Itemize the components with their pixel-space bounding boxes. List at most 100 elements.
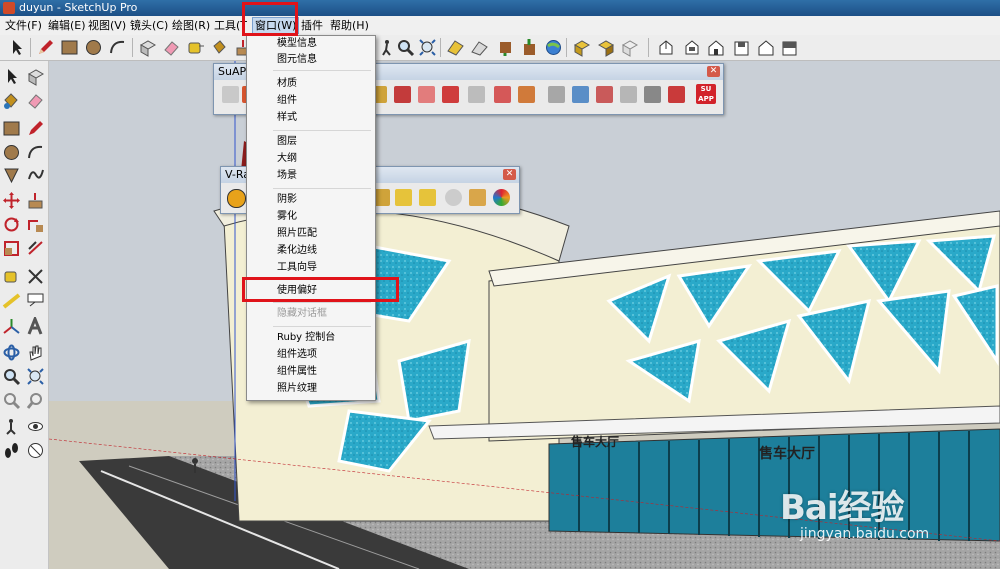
position-camera-icon[interactable]: [2, 417, 21, 436]
left-view-icon[interactable]: [780, 38, 799, 57]
scale-icon[interactable]: [2, 239, 21, 258]
menu-file[interactable]: 文件(F): [3, 18, 44, 33]
arc-icon[interactable]: [108, 38, 127, 57]
follow-me-icon[interactable]: [26, 215, 45, 234]
3d-text-icon[interactable]: [26, 314, 45, 336]
pencil-icon[interactable]: [36, 38, 55, 57]
menu-item-photo-textures[interactable]: 照片纹理: [247, 381, 373, 397]
suapp-tool-icon[interactable]: [668, 86, 685, 103]
menu-item-ruby-console[interactable]: Ruby 控制台: [247, 330, 373, 346]
eraser-icon[interactable]: [26, 91, 45, 110]
pan-hand-icon[interactable]: [26, 343, 45, 362]
menu-item-layers[interactable]: 图层: [247, 134, 373, 150]
suapp-tool-icon[interactable]: [596, 86, 613, 103]
section-plane-icon[interactable]: [26, 441, 45, 460]
make-component-icon[interactable]: [26, 67, 45, 86]
menu-plugins[interactable]: 插件: [299, 18, 325, 33]
menu-item-model-info[interactable]: 模型信息: [247, 36, 373, 52]
menu-item-scenes[interactable]: 场景: [247, 168, 373, 184]
axes-icon[interactable]: [2, 317, 21, 336]
close-icon[interactable]: ✕: [503, 169, 516, 180]
rectangle-icon[interactable]: [2, 119, 21, 138]
menu-item-styles[interactable]: 样式: [247, 110, 373, 126]
paint-bucket-icon[interactable]: [210, 38, 229, 57]
make-component-icon[interactable]: [138, 38, 157, 57]
push-pull-icon[interactable]: [26, 191, 45, 210]
menu-camera[interactable]: 镜头(C): [128, 18, 170, 33]
share-model-icon[interactable]: [520, 38, 539, 57]
tape-measure-icon[interactable]: [2, 267, 21, 286]
offset-icon[interactable]: [26, 239, 45, 258]
menu-item-component-attributes[interactable]: 组件属性: [247, 364, 373, 380]
menu-draw[interactable]: 绘图(R): [170, 18, 212, 33]
text-icon[interactable]: [26, 291, 45, 310]
iso-view-icon[interactable]: [656, 38, 675, 57]
zoom-window-icon[interactable]: [26, 367, 45, 386]
suapp-tool-icon[interactable]: [620, 86, 637, 103]
menu-item-match-photo[interactable]: 照片匹配: [247, 226, 373, 242]
menu-edit[interactable]: 编辑(E): [46, 18, 88, 33]
vray-frame-buffer-icon[interactable]: [493, 189, 510, 206]
paint-bucket-icon[interactable]: [2, 91, 21, 110]
vray-light-icon[interactable]: [395, 189, 412, 206]
toggle-terrain-icon[interactable]: [470, 38, 489, 57]
right-view-icon[interactable]: [732, 38, 751, 57]
zoom-icon[interactable]: [396, 38, 415, 57]
circle-icon[interactable]: [2, 143, 21, 162]
eraser-icon[interactable]: [162, 38, 181, 57]
protractor-icon[interactable]: [2, 291, 21, 310]
component-icon[interactable]: [596, 38, 615, 57]
walk-icon[interactable]: [2, 441, 21, 460]
suapp-tool-icon[interactable]: [644, 86, 661, 103]
suapp-tool-icon[interactable]: [222, 86, 239, 103]
select-icon[interactable]: [2, 67, 21, 86]
tape-measure-icon[interactable]: [186, 38, 205, 57]
polygon-icon[interactable]: [2, 165, 21, 184]
suapp-logo-icon[interactable]: SU APP: [696, 84, 716, 104]
share-component-icon[interactable]: [572, 38, 591, 57]
close-icon[interactable]: ✕: [707, 66, 720, 77]
menu-item-instructor[interactable]: 工具向导: [247, 260, 373, 276]
get-models-icon[interactable]: [496, 38, 515, 57]
freehand-icon[interactable]: [26, 165, 45, 184]
front-view-icon[interactable]: [706, 38, 725, 57]
look-around-icon[interactable]: [26, 417, 45, 436]
vray-material-editor-icon[interactable]: [227, 189, 246, 208]
menu-item-shadows[interactable]: 阴影: [247, 192, 373, 208]
menu-view[interactable]: 视图(V): [86, 18, 128, 33]
suapp-tool-icon[interactable]: [518, 86, 535, 103]
menu-item-fog[interactable]: 雾化: [247, 209, 373, 225]
zoom-extents-icon[interactable]: [418, 38, 437, 57]
suapp-tool-icon[interactable]: [468, 86, 485, 103]
menu-item-entity-info[interactable]: 图元信息: [247, 52, 373, 68]
select-arrow-icon[interactable]: [8, 38, 27, 57]
arc-icon[interactable]: [26, 143, 45, 162]
rectangle-icon[interactable]: [60, 38, 79, 57]
orbit-icon[interactable]: [2, 343, 21, 362]
rotate-icon[interactable]: [2, 215, 21, 234]
top-view-icon[interactable]: [682, 38, 701, 57]
vray-light-icon[interactable]: [419, 189, 436, 206]
suapp-tool-icon[interactable]: [494, 86, 511, 103]
suapp-tool-icon[interactable]: [394, 86, 411, 103]
menu-item-soften-edges[interactable]: 柔化边线: [247, 243, 373, 259]
suapp-tool-icon[interactable]: [548, 86, 565, 103]
walk-icon[interactable]: [378, 38, 397, 57]
line-icon[interactable]: [26, 119, 45, 138]
menu-item-components[interactable]: 组件: [247, 93, 373, 109]
vray-sphere-icon[interactable]: [445, 189, 462, 206]
zoom-icon[interactable]: [2, 367, 21, 386]
menu-item-component-options[interactable]: 组件选项: [247, 347, 373, 363]
suapp-tool-icon[interactable]: [442, 86, 459, 103]
suapp-tool-icon[interactable]: [418, 86, 435, 103]
menu-item-outliner[interactable]: 大纲: [247, 151, 373, 167]
dimension-icon[interactable]: [26, 267, 45, 286]
suapp-tool-icon[interactable]: [572, 86, 589, 103]
menu-item-materials[interactable]: 材质: [247, 76, 373, 92]
preview-google-earth-icon[interactable]: [544, 38, 563, 57]
next-view-icon[interactable]: [26, 391, 45, 410]
vray-tool-icon[interactable]: [469, 189, 486, 206]
menu-help[interactable]: 帮助(H): [328, 18, 371, 33]
back-view-icon[interactable]: [756, 38, 775, 57]
circle-icon[interactable]: [84, 38, 103, 57]
